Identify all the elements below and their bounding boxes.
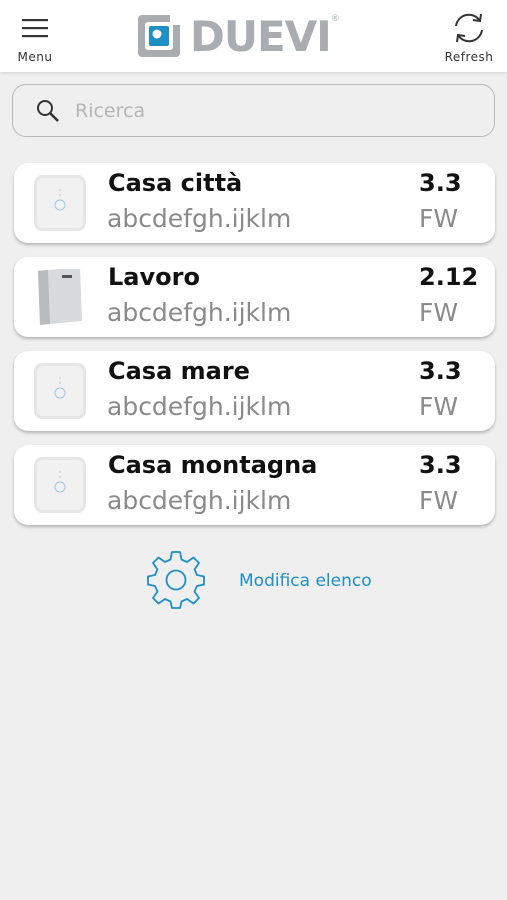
device-name: Casa città (108, 169, 243, 197)
white-device-icon (34, 457, 86, 513)
fw-label: FW (419, 392, 459, 421)
logo-mark-icon (136, 11, 184, 63)
device-name: Casa montagna (108, 451, 318, 479)
duevi-logo: DUEVI ® (136, 12, 376, 62)
search-input[interactable] (73, 98, 457, 123)
device-card[interactable]: Casa città abcdefgh.ijklm 3.3 FW (14, 163, 495, 243)
device-version: 3.3 (419, 169, 462, 197)
fw-label: FW (419, 298, 459, 327)
device-version: 2.12 (419, 263, 479, 291)
device-card[interactable]: Casa montagna abcdefgh.ijklm 3.3 FW (14, 445, 495, 525)
device-list: Casa città abcdefgh.ijklm 3.3 FW Lavoro … (14, 163, 495, 539)
refresh-icon (451, 12, 487, 44)
fw-label: FW (419, 486, 459, 515)
device-version: 3.3 (419, 357, 462, 385)
logo-registered: ® (330, 14, 340, 24)
white-device-icon (34, 175, 86, 231)
device-version: 3.3 (419, 451, 462, 479)
search-icon (35, 98, 61, 124)
device-card[interactable]: Lavoro abcdefgh.ijklm 2.12 FW (14, 257, 495, 337)
app-header: Menu DUEVI ® Refresh (0, 0, 507, 72)
menu-label: Menu (17, 50, 53, 64)
edit-list-button[interactable]: Modifica elenco (146, 550, 386, 612)
fw-label: FW (419, 204, 459, 233)
gear-icon (146, 549, 206, 613)
grey-panel-device-icon (34, 269, 86, 325)
white-device-icon (34, 363, 86, 419)
hamburger-icon (22, 12, 48, 44)
device-address: abcdefgh.ijklm (107, 486, 292, 515)
logo-wordmark: DUEVI (190, 12, 332, 61)
device-address: abcdefgh.ijklm (107, 298, 292, 327)
device-card[interactable]: Casa mare abcdefgh.ijklm 3.3 FW (14, 351, 495, 431)
refresh-button[interactable]: Refresh (431, 0, 507, 72)
refresh-label: Refresh (444, 50, 494, 64)
device-name: Casa mare (108, 357, 250, 385)
device-name: Lavoro (108, 263, 200, 291)
device-address: abcdefgh.ijklm (107, 392, 292, 421)
device-address: abcdefgh.ijklm (107, 204, 292, 233)
menu-button[interactable]: Menu (0, 0, 70, 72)
edit-list-label: Modifica elenco (239, 571, 372, 591)
search-bar[interactable] (12, 84, 495, 137)
